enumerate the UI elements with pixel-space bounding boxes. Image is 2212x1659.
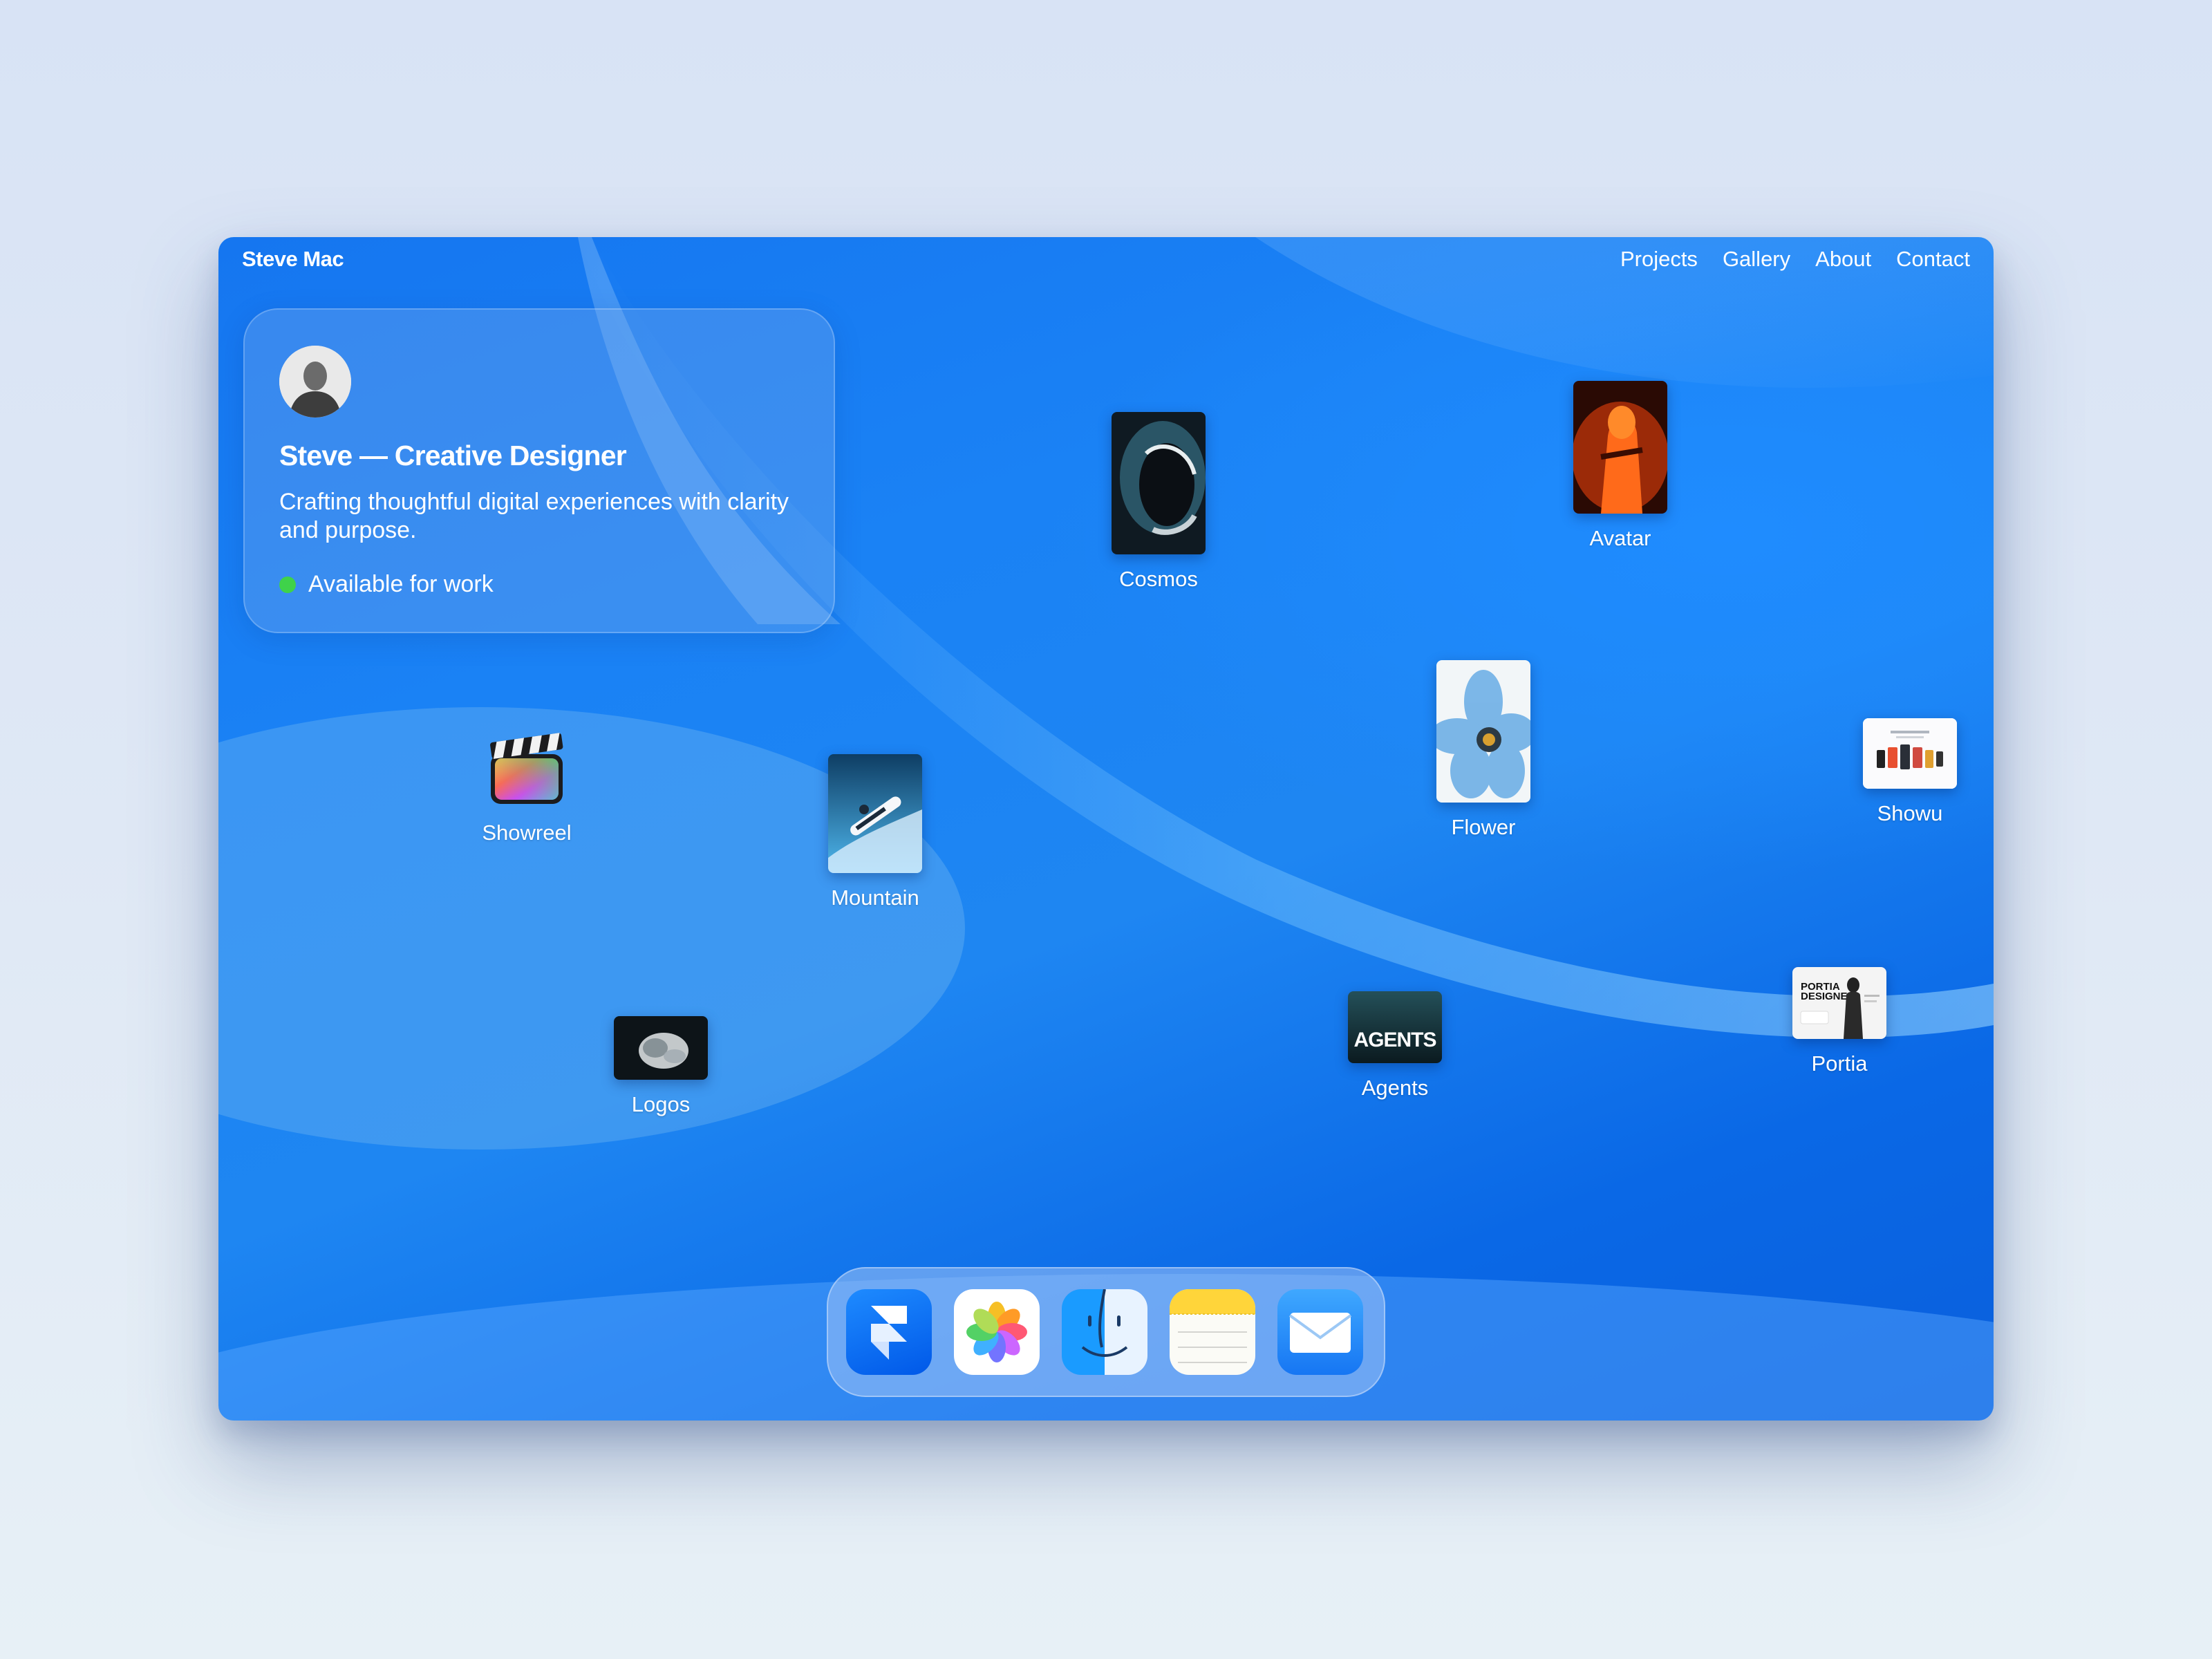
clapperboard-icon [487,728,567,808]
desktop-item-mountain[interactable]: Mountain [820,754,930,910]
item-label: Showu [1877,801,1943,825]
agents-thumbnail: AGENTS [1348,991,1442,1063]
desktop-item-showu[interactable]: Showu [1855,718,1965,826]
nav-about[interactable]: About [1815,247,1871,272]
availability-status: Available for work [279,571,494,598]
desktop-item-portia[interactable]: PORTIA DESIGNER Portia [1792,967,1886,1076]
avatar [279,346,351,418]
menu-bar: Steve Mac Projects Gallery About Contact [218,237,1994,279]
status-text: Available for work [308,571,494,597]
item-label: Avatar [1589,526,1651,550]
item-label: Flower [1451,815,1516,839]
desktop-item-showreel[interactable]: Showreel [458,728,596,845]
item-label: Showreel [482,821,572,845]
nav-gallery[interactable]: Gallery [1723,247,1790,272]
blue-flower-thumbnail [1436,660,1530,803]
item-label: Cosmos [1119,567,1198,591]
photos-icon[interactable] [954,1289,1040,1375]
app-screens-thumbnail [1863,718,1957,789]
status-dot-icon [279,576,296,593]
notes-icon[interactable] [1170,1289,1255,1375]
finder-icon[interactable] [1062,1289,1147,1375]
astronaut-helmet-thumbnail [1112,412,1206,554]
profile-description: Crafting thoughtful digital experiences … [279,489,789,543]
desktop-item-agents[interactable]: AGENTS Agents [1348,991,1442,1100]
agents-thumb-text: AGENTS [1353,1029,1436,1051]
item-label: Agents [1361,1076,1429,1100]
desktop-item-cosmos[interactable]: Cosmos [1103,412,1214,592]
item-label: Mountain [831,885,919,910]
framer-icon[interactable] [846,1289,932,1375]
dock [827,1267,1385,1397]
portia-designer-thumbnail: PORTIA DESIGNER [1792,967,1886,1039]
profile-title: Steve — Creative Designer [279,440,627,471]
desktop-item-logos[interactable]: Logos [614,1016,708,1117]
nav-contact[interactable]: Contact [1896,247,1970,272]
nav-projects[interactable]: Projects [1620,247,1698,272]
site-brand[interactable]: Steve Mac [242,247,344,272]
top-navigation: Projects Gallery About Contact [1620,247,1970,272]
logos-thumbnail [614,1016,708,1080]
item-label: Logos [631,1092,691,1116]
desktop-window: Steve Mac Projects Gallery About Contact… [218,237,1994,1421]
profile-card: Steve — Creative Designer Crafting thoug… [243,308,835,633]
desktop-item-avatar[interactable]: Avatar [1565,381,1676,551]
item-label: Portia [1811,1051,1868,1076]
desktop-item-flower[interactable]: Flower [1428,660,1539,840]
orange-figure-thumbnail [1573,381,1667,514]
mountain-snowboard-thumbnail [828,754,922,873]
mail-icon[interactable] [1277,1289,1363,1375]
